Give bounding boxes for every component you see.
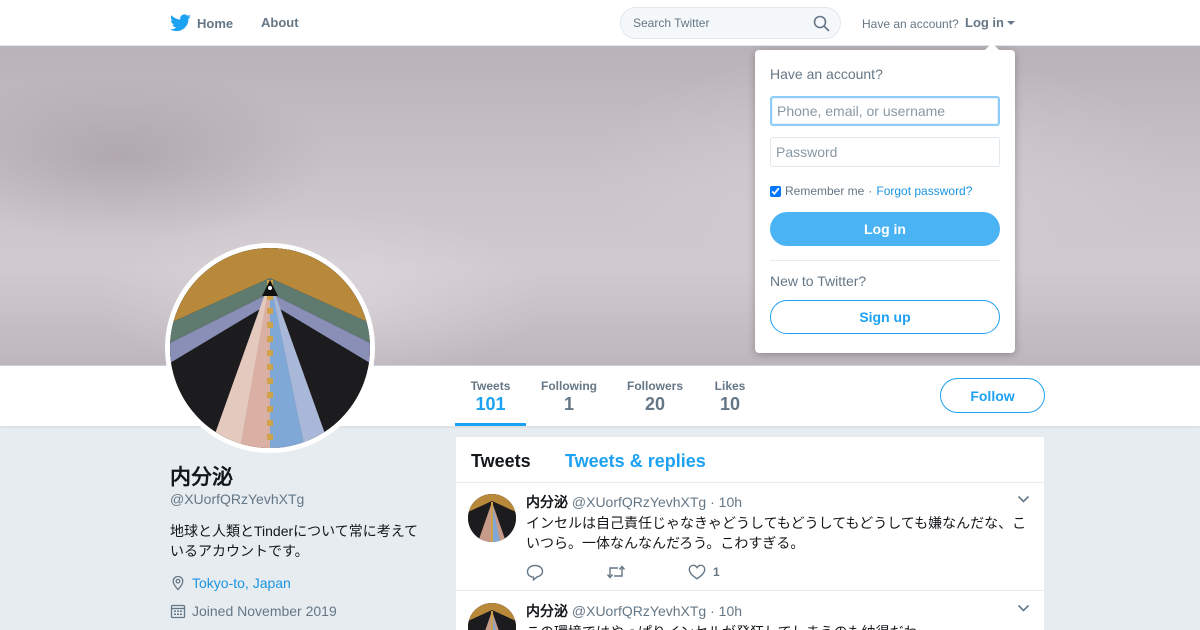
tweet-header: 内分泌 @XUorfQRzYevhXTg · 10h xyxy=(526,601,742,621)
new-to-twitter-text: New to Twitter? xyxy=(770,273,867,289)
password-field[interactable] xyxy=(770,137,1000,167)
remember-me-label[interactable]: Remember me xyxy=(785,184,864,198)
tab-tweets[interactable]: Tweets xyxy=(471,451,531,472)
tweet-separator: · xyxy=(710,494,715,510)
login-dropdown: Have an account? Remember me · Forgot pa… xyxy=(755,43,1015,353)
reply-icon[interactable] xyxy=(526,564,544,581)
tweet-author-handle[interactable]: @XUorfQRzYevhXTg xyxy=(572,603,706,619)
stat-label: Following xyxy=(541,379,597,393)
profile-location-text: Tokyo-to, Japan xyxy=(192,575,291,591)
search-input[interactable] xyxy=(633,8,813,38)
login-toggle-label: Log in xyxy=(965,15,1004,30)
like-icon xyxy=(688,564,706,580)
stat-label: Tweets xyxy=(470,379,511,393)
tab-tweets-replies[interactable]: Tweets & replies xyxy=(565,451,706,472)
login-button[interactable]: Log in xyxy=(770,212,1000,246)
remember-me-checkbox[interactable] xyxy=(770,185,781,197)
timeline: Tweets Tweets & replies 内分泌 @XUorfQRzYev… xyxy=(456,437,1044,630)
calendar-icon xyxy=(170,603,186,619)
nav-home-label: Home xyxy=(197,15,234,31)
chevron-down-icon[interactable] xyxy=(1017,495,1030,504)
separator-dot: · xyxy=(868,184,873,198)
tweet[interactable]: 内分泌 @XUorfQRzYevhXTg · 10h インセルは自己責任じゃなき… xyxy=(456,483,1044,591)
follow-button[interactable]: Follow xyxy=(940,378,1045,413)
profile-name: 内分泌 xyxy=(170,466,233,489)
nav-about-link[interactable]: About xyxy=(261,15,299,30)
top-navigation: Home About Have an account? Log in xyxy=(0,0,1200,46)
stat-following[interactable]: Following 1 xyxy=(535,366,603,426)
profile-bio: 地球と人類とTinderについて常に考えているアカウントです。 xyxy=(170,523,419,559)
stat-value: 101 xyxy=(475,394,506,414)
tweet-time[interactable]: 10h xyxy=(719,494,742,510)
profile-handle[interactable]: @XUorfQRzYevhXTg xyxy=(170,491,304,507)
tweet-text: インセルは自己責任じゃなきゃどうしてもどうしてもどうしても嫌なんだな、こいつら。… xyxy=(526,515,1027,551)
have-account-text: Have an account? xyxy=(862,17,959,31)
search-box xyxy=(620,7,841,39)
tweet-author-name[interactable]: 内分泌 xyxy=(526,603,568,619)
tweet-header: 内分泌 @XUorfQRzYevhXTg · 10h xyxy=(526,492,742,512)
tweet-avatar[interactable] xyxy=(468,494,516,542)
profile-joined-text: Joined November 2019 xyxy=(192,603,337,619)
remember-me-row: Remember me · Forgot password? xyxy=(770,184,972,198)
stat-followers[interactable]: Followers 20 xyxy=(621,366,689,426)
chevron-down-icon[interactable] xyxy=(1017,604,1030,613)
login-dropdown-title: Have an account? xyxy=(770,66,883,82)
nav-home-link[interactable]: Home xyxy=(170,13,233,33)
profile-joined: Joined November 2019 xyxy=(170,603,337,619)
tweet-actions: 1 xyxy=(526,563,720,581)
stat-likes[interactable]: Likes 10 xyxy=(706,366,754,426)
tweet-author-name[interactable]: 内分泌 xyxy=(526,494,568,510)
tweet-time[interactable]: 10h xyxy=(719,603,742,619)
stat-label: Likes xyxy=(714,379,746,393)
search-icon[interactable] xyxy=(813,15,830,32)
tweet-text: この環境ではやっぱりインセルが発狂してしまうのも納得だわ xyxy=(526,622,1032,630)
dropdown-arrow xyxy=(985,43,999,50)
location-pin-icon xyxy=(170,575,186,591)
profile-avatar[interactable] xyxy=(165,243,375,453)
stat-value: 20 xyxy=(644,394,666,414)
tweet-separator: · xyxy=(710,603,715,619)
tweet-avatar[interactable] xyxy=(468,603,516,630)
divider xyxy=(770,260,1000,261)
tweet[interactable]: 内分泌 @XUorfQRzYevhXTg · 10h この環境ではやっぱりインセ… xyxy=(456,592,1044,630)
stat-tweets[interactable]: Tweets 101 xyxy=(455,366,526,426)
signup-button[interactable]: Sign up xyxy=(770,300,1000,334)
username-field[interactable] xyxy=(770,96,1000,126)
tweet-author-handle[interactable]: @XUorfQRzYevhXTg xyxy=(572,494,706,510)
stat-value: 10 xyxy=(719,394,741,414)
timeline-tabs: Tweets Tweets & replies xyxy=(456,437,1044,483)
twitter-bird-icon xyxy=(170,14,191,32)
caret-down-icon xyxy=(1007,21,1015,25)
stat-label: Followers xyxy=(626,379,683,393)
stat-value: 1 xyxy=(563,394,574,414)
like-button[interactable]: 1 xyxy=(688,564,720,580)
retweet-icon[interactable] xyxy=(606,564,626,580)
forgot-password-link[interactable]: Forgot password? xyxy=(876,184,972,198)
like-count: 1 xyxy=(713,565,720,579)
profile-location[interactable]: Tokyo-to, Japan xyxy=(170,575,291,591)
login-dropdown-toggle[interactable]: Log in xyxy=(965,15,1015,30)
